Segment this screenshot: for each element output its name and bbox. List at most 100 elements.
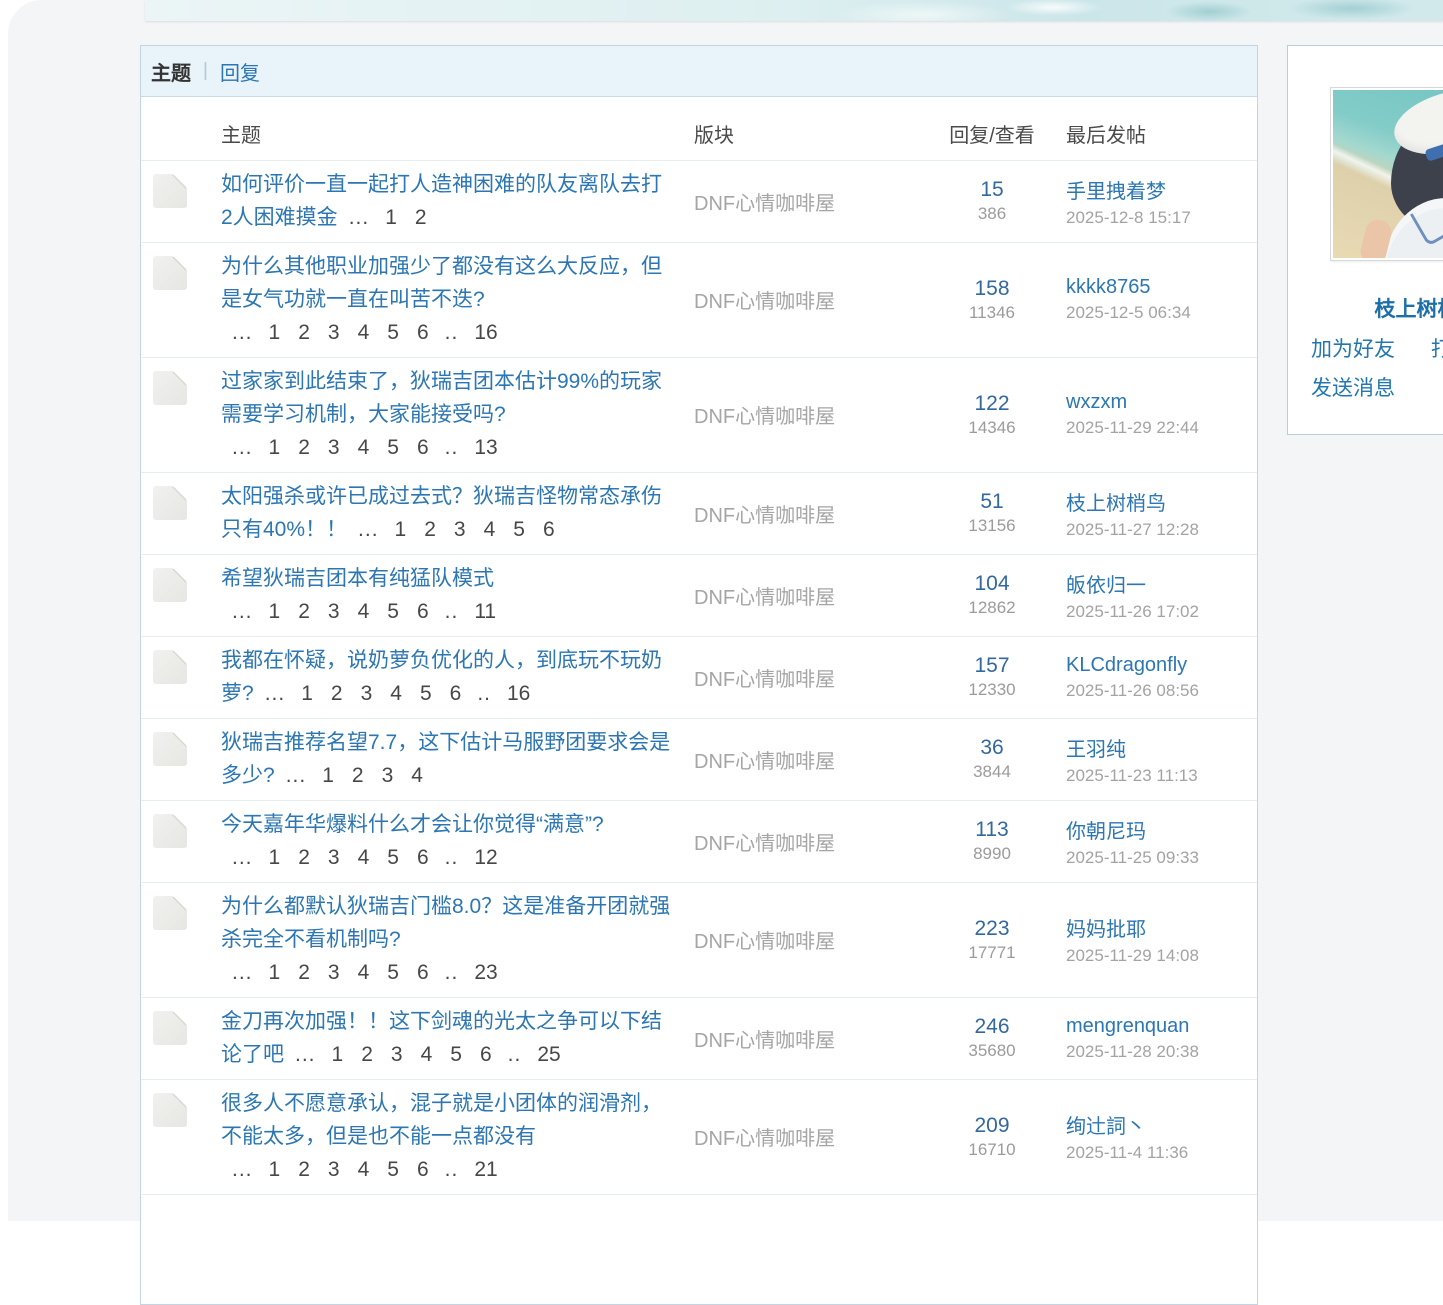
page-number-link[interactable]: 6	[417, 595, 429, 628]
reply-count[interactable]: 158	[974, 277, 1009, 301]
page-number-link[interactable]: 2	[415, 201, 427, 234]
forum-link[interactable]: DNF心情咖啡屋	[694, 285, 835, 314]
greet-link[interactable]: 打招呼	[1431, 338, 1443, 361]
tab-replies[interactable]: 回复	[220, 57, 260, 86]
page-number-link[interactable]: 4	[358, 595, 370, 628]
page-number-link[interactable]: 2	[331, 677, 343, 710]
page-number-link[interactable]: 2	[298, 431, 310, 464]
page-number-link[interactable]: 1	[269, 595, 281, 628]
thread-title-link[interactable]: 为什么都默认狄瑞吉门槛8.0？这是准备开团就强杀完全不看机制吗?	[221, 895, 670, 951]
add-friend-link[interactable]: 加为好友	[1311, 338, 1395, 361]
thread-title-link[interactable]: 为什么其他职业加强少了都没有这么大反应，但是女气功就一直在叫苦不迭?	[221, 255, 662, 311]
page-number-link[interactable]: 2	[361, 1038, 373, 1071]
page-number-link[interactable]: 4	[358, 316, 370, 349]
reply-count[interactable]: 223	[974, 917, 1009, 941]
page-number-link[interactable]: 5	[387, 431, 399, 464]
forum-link[interactable]: DNF心情咖啡屋	[694, 925, 835, 954]
page-number-link[interactable]: 3	[328, 841, 340, 874]
page-number-link[interactable]: 4	[421, 1038, 433, 1071]
page-number-link[interactable]: 1	[332, 1038, 344, 1071]
page-number-link[interactable]: 3	[328, 316, 340, 349]
profile-username[interactable]: 枝上树梢鸟	[1288, 293, 1443, 323]
page-number-link[interactable]: 2	[298, 956, 310, 989]
page-number-link[interactable]: 2	[298, 1153, 310, 1186]
page-number-link[interactable]: 1	[301, 677, 313, 710]
page-number-link[interactable]: 5	[387, 316, 399, 349]
reply-count[interactable]: 209	[974, 1114, 1009, 1138]
page-number-link[interactable]: 5	[387, 595, 399, 628]
thread-title-link[interactable]: 今天嘉年华爆料什么才会让你觉得“满意”?	[221, 813, 604, 836]
page-number-link[interactable]: 2	[298, 316, 310, 349]
page-number-link[interactable]: 4	[358, 1153, 370, 1186]
page-number-link[interactable]: 6	[543, 513, 555, 546]
page-number-link[interactable]: 4	[358, 956, 370, 989]
forum-link[interactable]: DNF心情咖啡屋	[694, 187, 835, 216]
page-number-link[interactable]: 12	[474, 841, 497, 874]
last-poster-link[interactable]: KLCdragonfly	[1066, 654, 1199, 677]
page-number-link[interactable]: 6	[417, 841, 429, 874]
page-number-link[interactable]: 4	[390, 677, 402, 710]
page-number-link[interactable]: 13	[474, 431, 497, 464]
page-number-link[interactable]: 4	[358, 841, 370, 874]
last-poster-link[interactable]: mengrenquan	[1066, 1015, 1199, 1038]
page-number-link[interactable]: 3	[328, 1153, 340, 1186]
page-number-link[interactable]: 5	[387, 956, 399, 989]
page-number-link[interactable]: 3	[328, 956, 340, 989]
page-number-link[interactable]: 5	[420, 677, 432, 710]
last-poster-link[interactable]: wxzxm	[1066, 391, 1199, 414]
page-number-link[interactable]: 1	[385, 201, 397, 234]
page-number-link[interactable]: 4	[358, 431, 370, 464]
page-number-link[interactable]: 2	[298, 841, 310, 874]
profile-avatar[interactable]	[1330, 87, 1443, 261]
page-number-link[interactable]: 5	[387, 841, 399, 874]
page-number-link[interactable]: 1	[269, 431, 281, 464]
page-number-link[interactable]: 5	[387, 1153, 399, 1186]
last-poster-link[interactable]: 妈妈批耶	[1066, 913, 1199, 942]
page-number-link[interactable]: 5	[450, 1038, 462, 1071]
page-number-link[interactable]: 21	[474, 1153, 497, 1186]
last-poster-link[interactable]: 枝上树梢鸟	[1066, 487, 1199, 516]
forum-link[interactable]: DNF心情咖啡屋	[694, 1122, 835, 1151]
forum-link[interactable]: DNF心情咖啡屋	[694, 499, 835, 528]
page-number-link[interactable]: 6	[417, 431, 429, 464]
page-number-link[interactable]: 1	[322, 759, 334, 792]
page-number-link[interactable]: 3	[391, 1038, 403, 1071]
reply-count[interactable]: 246	[974, 1015, 1009, 1039]
page-number-link[interactable]: 6	[450, 677, 462, 710]
page-number-link[interactable]: 3	[454, 513, 466, 546]
reply-count[interactable]: 113	[975, 818, 1008, 842]
thread-title-link[interactable]: 如何评价一直一起打人造神困难的队友离队去打2人困难摸金	[221, 173, 662, 229]
reply-count[interactable]: 51	[980, 490, 1003, 514]
page-number-link[interactable]: 25	[537, 1038, 560, 1071]
page-number-link[interactable]: 2	[352, 759, 364, 792]
tab-subject[interactable]: 主题	[151, 57, 191, 86]
forum-link[interactable]: DNF心情咖啡屋	[694, 581, 835, 610]
last-poster-link[interactable]: 手里拽着梦	[1066, 175, 1191, 204]
page-number-link[interactable]: 2	[298, 595, 310, 628]
page-number-link[interactable]: 1	[269, 956, 281, 989]
last-poster-link[interactable]: 皈依归一	[1066, 569, 1199, 598]
page-number-link[interactable]: 16	[474, 316, 497, 349]
page-number-link[interactable]: 1	[269, 1153, 281, 1186]
page-number-link[interactable]: 6	[417, 1153, 429, 1186]
page-number-link[interactable]: 3	[382, 759, 394, 792]
reply-count[interactable]: 157	[974, 654, 1009, 678]
page-number-link[interactable]: 3	[328, 431, 340, 464]
last-poster-link[interactable]: 你朝尼玛	[1066, 815, 1199, 844]
page-number-link[interactable]: 11	[474, 595, 496, 628]
page-number-link[interactable]: 3	[361, 677, 373, 710]
last-poster-link[interactable]: kkkk8765	[1066, 276, 1191, 299]
page-number-link[interactable]: 2	[424, 513, 436, 546]
page-number-link[interactable]: 1	[395, 513, 407, 546]
page-number-link[interactable]: 6	[417, 316, 429, 349]
reply-count[interactable]: 15	[980, 178, 1003, 202]
forum-link[interactable]: DNF心情咖啡屋	[694, 663, 835, 692]
thread-title-link[interactable]: 希望狄瑞吉团本有纯猛队模式	[221, 567, 494, 590]
last-poster-link[interactable]: 王羽纯	[1066, 733, 1198, 762]
forum-link[interactable]: DNF心情咖啡屋	[694, 827, 835, 856]
forum-link[interactable]: DNF心情咖啡屋	[694, 1024, 835, 1053]
page-number-link[interactable]: 1	[269, 316, 281, 349]
page-number-link[interactable]: 6	[480, 1038, 492, 1071]
reply-count[interactable]: 122	[974, 392, 1009, 416]
last-poster-link[interactable]: 绚辻詞丶	[1066, 1110, 1188, 1139]
